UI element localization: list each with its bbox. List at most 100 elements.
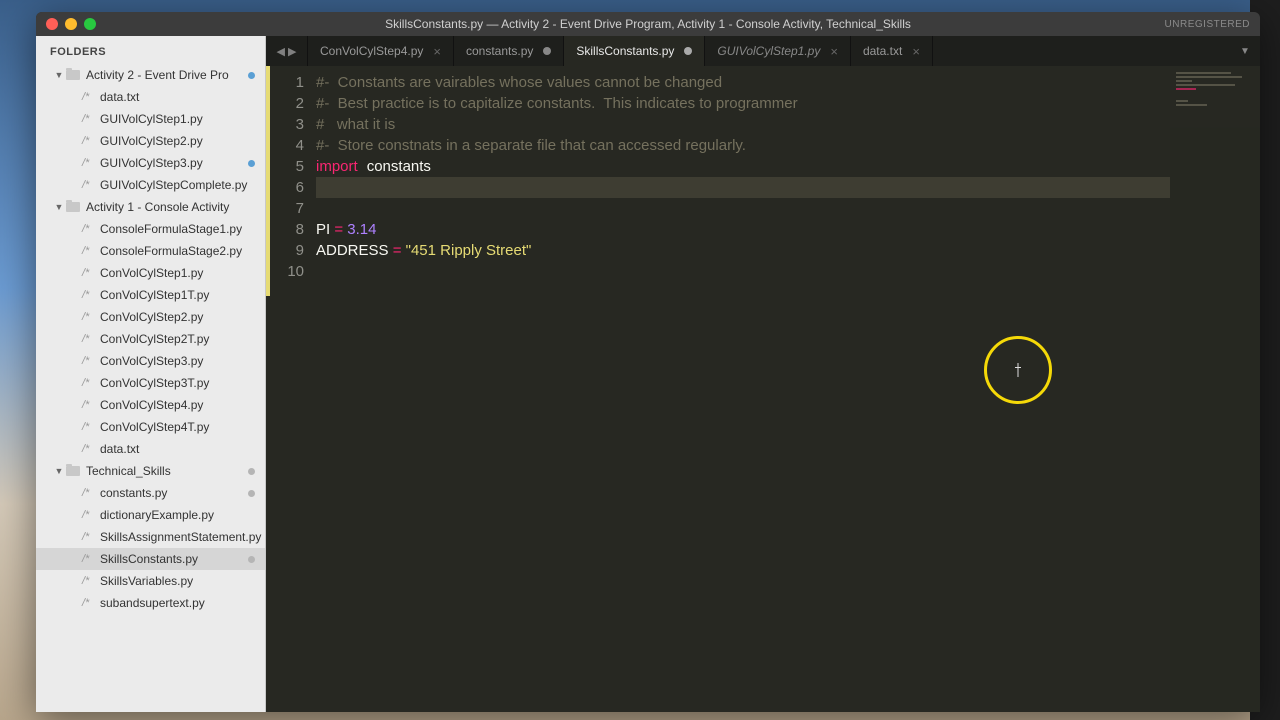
chevron-down-icon: ▼ bbox=[54, 466, 64, 476]
code-string: "451 Ripply Street" bbox=[406, 242, 532, 259]
status-dot bbox=[248, 72, 255, 79]
tab-skillsconstants[interactable]: SkillsConstants.py bbox=[564, 36, 705, 66]
close-icon[interactable] bbox=[46, 18, 58, 30]
file-row[interactable]: /*constants.py bbox=[36, 482, 265, 504]
window-controls bbox=[36, 18, 96, 30]
tab-label: data.txt bbox=[863, 44, 902, 58]
file-row[interactable]: /*dictionaryExample.py bbox=[36, 504, 265, 526]
code-operator: = bbox=[389, 242, 406, 259]
file-row[interactable]: /* ConVolCylStep1.py bbox=[36, 262, 265, 284]
line-number-gutter: 1 2 3 4 5 6 7 8 9 10 bbox=[266, 66, 316, 712]
tab-guivolcylstep1[interactable]: GUIVolCylStep1.py × bbox=[705, 36, 851, 66]
tab-label: ConVolCylStep4.py bbox=[320, 44, 423, 58]
code-editor[interactable]: 1 2 3 4 5 6 7 8 9 10 #- Constants are va… bbox=[266, 66, 1260, 712]
file-label: data.txt bbox=[100, 442, 139, 456]
line-number: 3 bbox=[266, 114, 304, 135]
file-row[interactable]: /*SkillsAssignmentStatement.py bbox=[36, 526, 265, 548]
tab-history-nav[interactable]: ◀ ▶ bbox=[266, 36, 308, 66]
file-row[interactable]: /*GUIVolCylStep1.py bbox=[36, 108, 265, 130]
unregistered-badge: UNREGISTERED bbox=[1165, 19, 1250, 30]
folder-label: Technical_Skills bbox=[86, 464, 171, 478]
file-icon: /* bbox=[82, 333, 96, 345]
close-icon[interactable]: × bbox=[912, 44, 920, 59]
file-label: dictionaryExample.py bbox=[100, 508, 214, 522]
file-row[interactable]: /*GUIVolCylStepComplete.py bbox=[36, 174, 265, 196]
close-icon[interactable]: × bbox=[830, 44, 838, 59]
line-number: 4 bbox=[266, 135, 304, 156]
file-label: ConVolCylStep4.py bbox=[100, 398, 203, 412]
line-number: 9 bbox=[266, 240, 304, 261]
file-row[interactable]: /*GUIVolCylStep3.py bbox=[36, 152, 265, 174]
minimap[interactable] bbox=[1170, 66, 1260, 712]
file-label: ConVolCylStep4T.py bbox=[100, 420, 209, 434]
code-comment: # what it is bbox=[316, 116, 395, 133]
file-row[interactable]: /*SkillsConstants.py bbox=[36, 548, 265, 570]
file-label: GUIVolCylStep3.py bbox=[100, 156, 203, 170]
code-identifier: constants bbox=[367, 158, 431, 175]
status-dot bbox=[248, 556, 255, 563]
file-icon: /* bbox=[82, 135, 96, 147]
file-label: ConVolCylStep1.py bbox=[100, 266, 203, 280]
file-row[interactable]: /*ConVolCylStep2T.py bbox=[36, 328, 265, 350]
folder-technical-skills[interactable]: ▼ Technical_Skills bbox=[36, 460, 265, 482]
code-content[interactable]: #- Constants are vairables whose values … bbox=[316, 66, 1170, 712]
file-row[interactable]: /* data.txt bbox=[36, 438, 265, 460]
file-row[interactable]: /*subandsupertext.py bbox=[36, 592, 265, 614]
file-icon: /* bbox=[82, 267, 96, 279]
sidebar-header: FOLDERS bbox=[36, 36, 265, 64]
current-line-highlight bbox=[316, 177, 1170, 198]
file-label: ConsoleFormulaStage1.py bbox=[100, 222, 242, 236]
code-identifier: ADDRESS bbox=[316, 242, 389, 259]
folder-tree: ▼ Activity 2 - Event Drive Pro /* data.tx… bbox=[36, 64, 265, 712]
file-icon: /* bbox=[82, 377, 96, 389]
code-identifier: PI bbox=[316, 221, 330, 238]
editor-area: ◀ ▶ ConVolCylStep4.py × constants.py Skil… bbox=[266, 36, 1260, 712]
file-label: GUIVolCylStepComplete.py bbox=[100, 178, 247, 192]
code-comment: #- Constants are vairables whose values … bbox=[316, 74, 722, 91]
maximize-icon[interactable] bbox=[84, 18, 96, 30]
titlebar[interactable]: SkillsConstants.py — Activity 2 - Event … bbox=[36, 12, 1260, 36]
folder-activity1[interactable]: ▼ Activity 1 - Console Activity bbox=[36, 196, 265, 218]
code-comment: #- Store constnats in a separate file th… bbox=[316, 137, 746, 154]
file-row[interactable]: /*ConVolCylStep4.py bbox=[36, 394, 265, 416]
file-row[interactable]: /*ConVolCylStep1T.py bbox=[36, 284, 265, 306]
line-number: 1 bbox=[266, 72, 304, 93]
file-icon: /* bbox=[82, 113, 96, 125]
file-row[interactable]: /*data.txt bbox=[36, 86, 265, 108]
file-row[interactable]: /* GUIVolCylStep2.py bbox=[36, 130, 265, 152]
file-icon: /* bbox=[82, 575, 96, 587]
tab-convolcylstep4[interactable]: ConVolCylStep4.py × bbox=[308, 36, 454, 66]
file-label: subandsupertext.py bbox=[100, 596, 205, 610]
line-number: 7 bbox=[266, 198, 304, 219]
close-icon[interactable]: × bbox=[433, 44, 441, 59]
dirty-dot-icon bbox=[543, 47, 551, 55]
file-row[interactable]: /*SkillsVariables.py bbox=[36, 570, 265, 592]
folder-activity2[interactable]: ▼ Activity 2 - Event Drive Pro bbox=[36, 64, 265, 86]
status-dot bbox=[248, 490, 255, 497]
minimize-icon[interactable] bbox=[65, 18, 77, 30]
editor-window: SkillsConstants.py — Activity 2 - Event … bbox=[36, 12, 1260, 712]
chevron-down-icon: ▼ bbox=[54, 70, 64, 80]
file-label: ConVolCylStep3.py bbox=[100, 354, 203, 368]
file-row[interactable]: /*ConVolCylStep4T.py bbox=[36, 416, 265, 438]
code-comment: #- Best practice is to capitalize consta… bbox=[316, 95, 798, 112]
window-title: SkillsConstants.py — Activity 2 - Event … bbox=[36, 17, 1260, 31]
tab-constants[interactable]: constants.py bbox=[454, 36, 564, 66]
code-keyword: import bbox=[316, 158, 358, 175]
tab-label: constants.py bbox=[466, 44, 533, 58]
file-row[interactable]: /*ConVolCylStep2.py bbox=[36, 306, 265, 328]
file-row[interactable]: /*ConsoleFormulaStage2.py bbox=[36, 240, 265, 262]
file-row[interactable]: /*ConsoleFormulaStage1.py bbox=[36, 218, 265, 240]
tab-label: GUIVolCylStep1.py bbox=[717, 44, 820, 58]
line-number: 5 bbox=[266, 156, 304, 177]
file-label: GUIVolCylStep2.py bbox=[100, 134, 203, 148]
file-icon: /* bbox=[82, 487, 96, 499]
file-label: ConVolCylStep3T.py bbox=[100, 376, 209, 390]
file-row[interactable]: /* ConVolCylStep3T.py bbox=[36, 372, 265, 394]
tab-datatxt[interactable]: data.txt × bbox=[851, 36, 933, 66]
file-icon: /* bbox=[82, 443, 96, 455]
file-row[interactable]: /*ConVolCylStep3.py bbox=[36, 350, 265, 372]
folder-label: Activity 1 - Console Activity bbox=[86, 200, 229, 214]
folder-label: Activity 2 - Event Drive Pro bbox=[86, 68, 229, 82]
tab-overflow-icon[interactable]: ▼ bbox=[1230, 36, 1260, 66]
